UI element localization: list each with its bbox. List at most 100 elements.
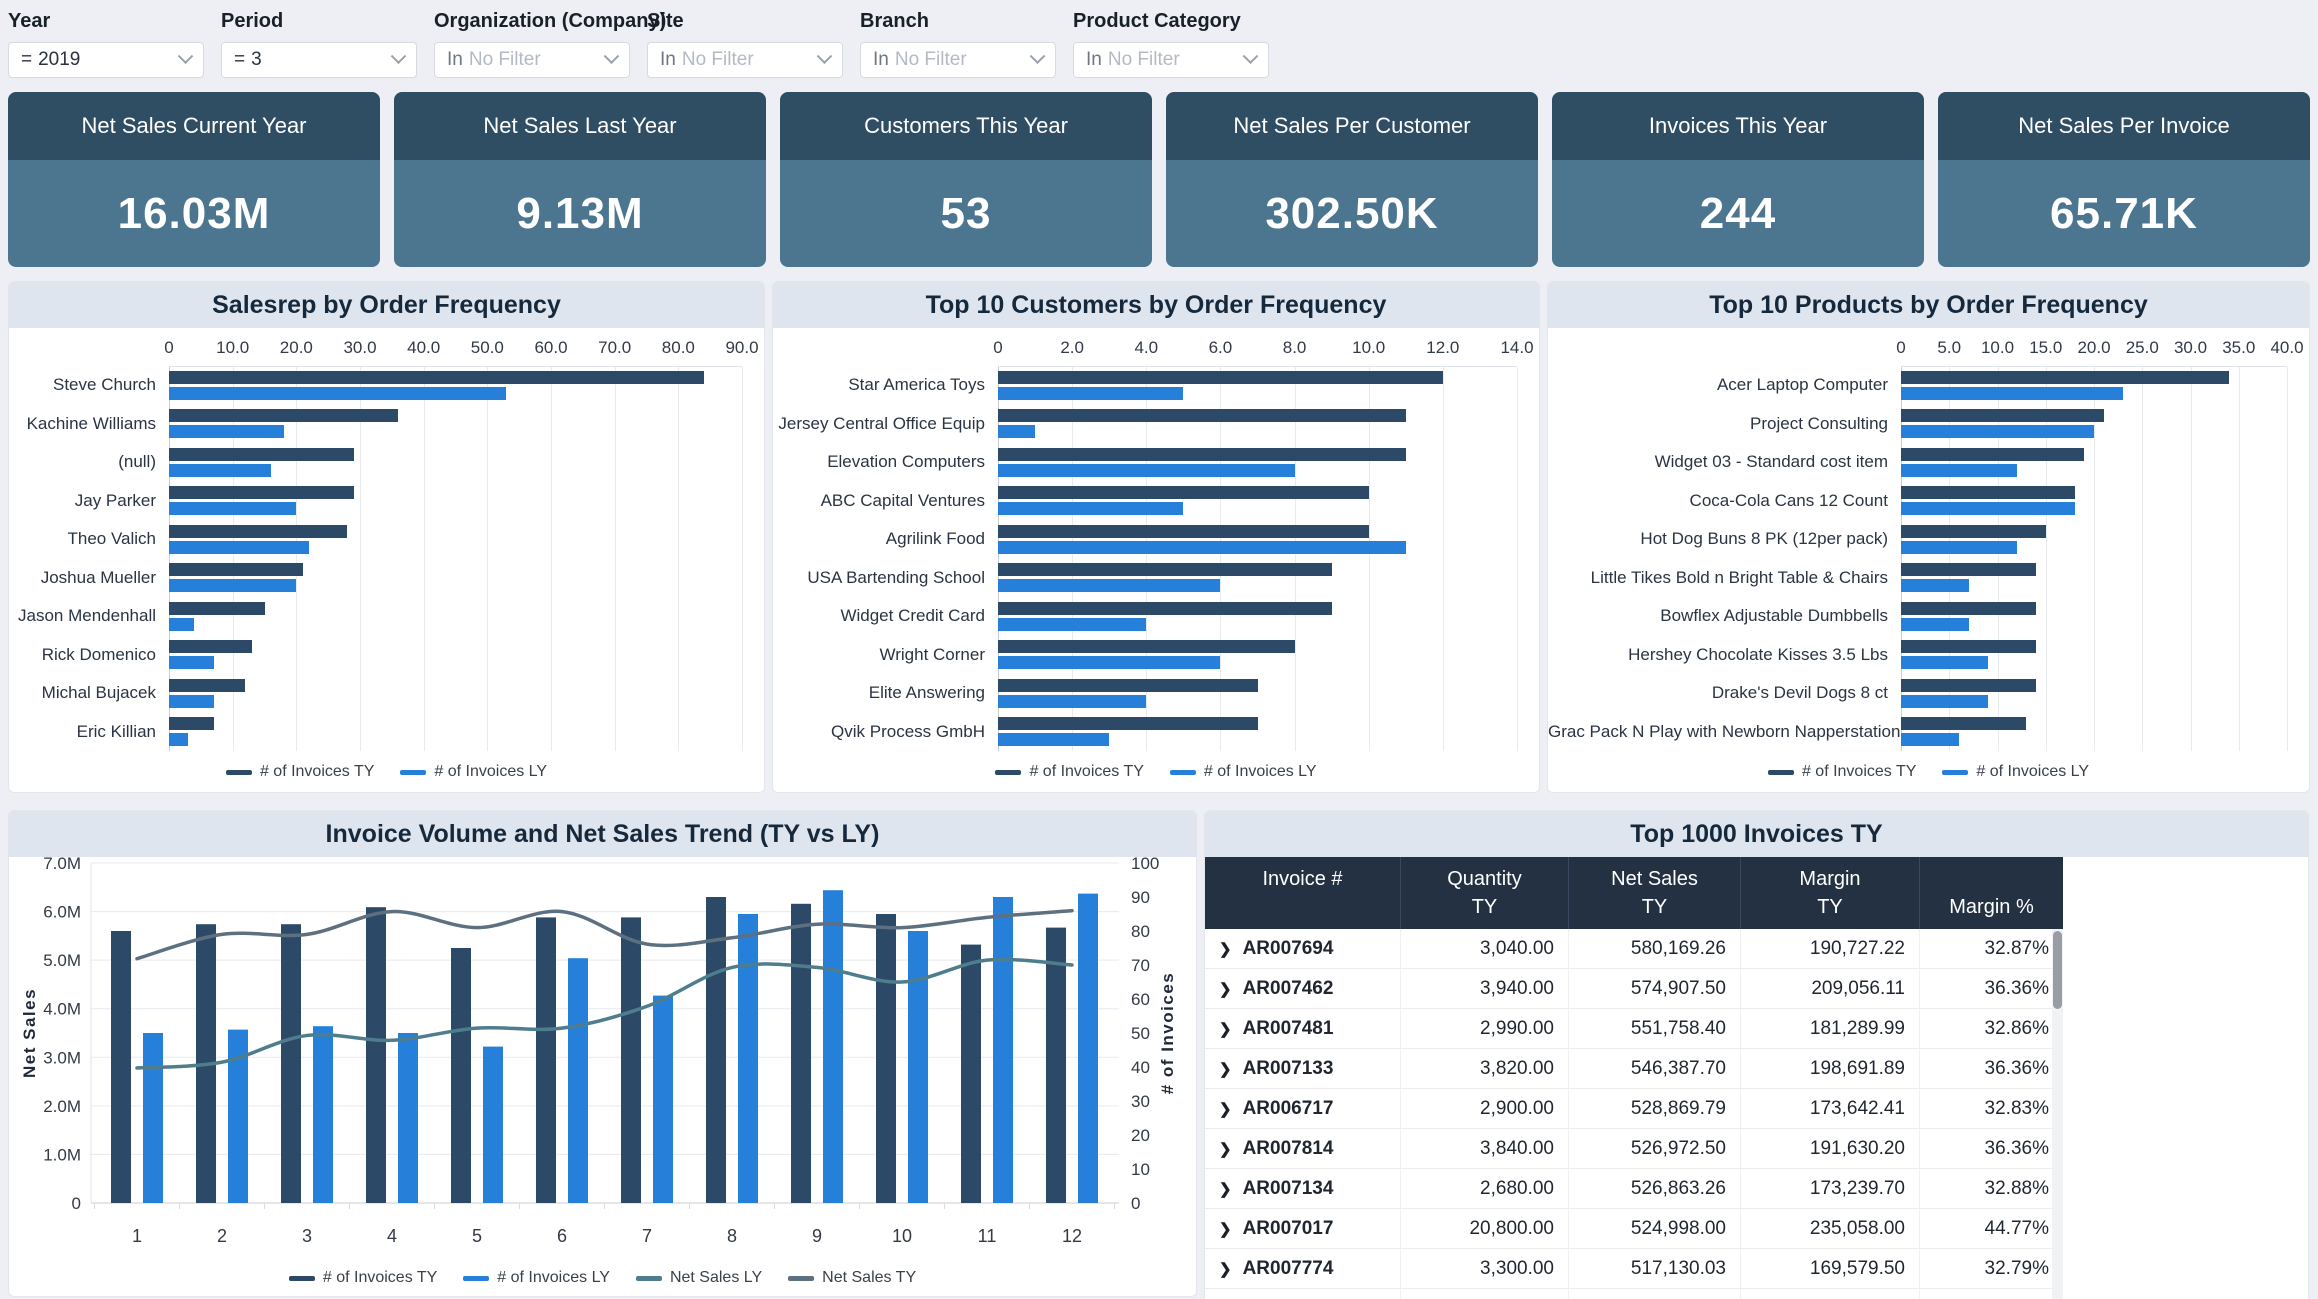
category-label[interactable]: Michal Bujacek (9, 683, 169, 703)
bar-of-invoices-ly[interactable] (483, 1047, 503, 1203)
bar-of-invoices-ty[interactable] (1901, 525, 2046, 538)
bar-of-invoices-ty[interactable] (1901, 640, 2036, 653)
bar-of-invoices-ty[interactable] (998, 640, 1295, 653)
category-label[interactable]: Jersey Central Office Equip (773, 414, 998, 434)
bar-of-invoices-ty[interactable] (1901, 563, 2036, 576)
filter-select-organization-company[interactable]: InNo Filter (434, 42, 630, 78)
bar-of-invoices-ty[interactable] (451, 948, 471, 1203)
column-header-quantity[interactable]: QuantityTY (1400, 857, 1568, 929)
kpi-card-customers-this-year[interactable]: Customers This Year53 (780, 92, 1152, 267)
bar-of-invoices-ly[interactable] (568, 958, 588, 1203)
category-label[interactable]: Steve Church (9, 375, 169, 395)
expand-row-icon[interactable]: ❯ (1219, 1020, 1232, 1038)
filter-select-period[interactable]: =3 (221, 42, 417, 78)
bar-of-invoices-ly[interactable] (1901, 425, 2094, 438)
category-label[interactable]: Qvik Process GmbH (773, 722, 998, 742)
category-label[interactable]: Agrilink Food (773, 529, 998, 549)
bar-of-invoices-ly[interactable] (998, 387, 1183, 400)
column-header-margin[interactable]: MarginTY (1740, 857, 1919, 929)
bar-of-invoices-ly[interactable] (993, 897, 1013, 1203)
bar-of-invoices-ty[interactable] (998, 409, 1406, 422)
category-label[interactable]: Rick Domenico (9, 645, 169, 665)
bar-of-invoices-ty[interactable] (169, 563, 303, 576)
bar-of-invoices-ly[interactable] (169, 656, 214, 669)
category-label[interactable]: ABC Capital Ventures (773, 491, 998, 511)
bar-of-invoices-ly[interactable] (998, 425, 1035, 438)
bar-of-invoices-ty[interactable] (998, 602, 1332, 615)
bar-of-invoices-ty[interactable] (1901, 602, 2036, 615)
bar-of-invoices-ty[interactable] (366, 907, 386, 1203)
bar-of-invoices-ty[interactable] (998, 448, 1406, 461)
kpi-card-net-sales-per-customer[interactable]: Net Sales Per Customer302.50K (1166, 92, 1538, 267)
bar-of-invoices-ty[interactable] (111, 931, 131, 1203)
bar-of-invoices-ty[interactable] (1901, 409, 2104, 422)
filter-select-year[interactable]: =2019 (8, 42, 204, 78)
bar-of-invoices-ly[interactable] (998, 579, 1220, 592)
bar-of-invoices-ty[interactable] (169, 679, 245, 692)
bar-of-invoices-ly[interactable] (398, 1033, 418, 1203)
category-label[interactable]: Widget 03 - Standard cost item (1548, 452, 1901, 472)
filter-select-product-category[interactable]: InNo Filter (1073, 42, 1269, 78)
bar-of-invoices-ly[interactable] (169, 579, 296, 592)
bar-of-invoices-ly[interactable] (1901, 733, 1959, 746)
bar-of-invoices-ty[interactable] (998, 679, 1258, 692)
bar-of-invoices-ty[interactable] (169, 717, 214, 730)
bar-of-invoices-ty[interactable] (621, 917, 641, 1203)
category-label[interactable]: Hot Dog Buns 8 PK (12per pack) (1548, 529, 1901, 549)
category-label[interactable]: USA Bartending School (773, 568, 998, 588)
bar-of-invoices-ty[interactable] (169, 409, 398, 422)
line-net-sales-ty[interactable] (137, 911, 1072, 959)
category-label[interactable]: Elevation Computers (773, 452, 998, 472)
bar-of-invoices-ly[interactable] (998, 618, 1146, 631)
expand-row-icon[interactable]: ❯ (1219, 940, 1232, 958)
bar-of-invoices-ly[interactable] (998, 656, 1220, 669)
line-net-sales-ly[interactable] (137, 959, 1072, 1068)
bar-of-invoices-ly[interactable] (169, 464, 271, 477)
category-label[interactable]: Widget Credit Card (773, 606, 998, 626)
bar-of-invoices-ly[interactable] (143, 1033, 163, 1203)
bar-of-invoices-ly[interactable] (1901, 618, 1969, 631)
bar-of-invoices-ty[interactable] (169, 486, 354, 499)
bar-of-invoices-ly[interactable] (1901, 502, 2075, 515)
bar-of-invoices-ly[interactable] (1901, 464, 2017, 477)
bar-of-invoices-ly[interactable] (1901, 695, 1988, 708)
bar-of-invoices-ty[interactable] (998, 717, 1258, 730)
bar-of-invoices-ty[interactable] (169, 640, 252, 653)
bar-of-invoices-ly[interactable] (1901, 579, 1969, 592)
expand-row-icon[interactable]: ❯ (1219, 1260, 1232, 1278)
bar-of-invoices-ty[interactable] (706, 897, 726, 1203)
bar-of-invoices-ly[interactable] (653, 996, 673, 1203)
category-label[interactable]: Grac Pack N Play with Newborn Napperstat… (1548, 722, 1901, 742)
bar-of-invoices-ly[interactable] (169, 618, 194, 631)
bar-of-invoices-ly[interactable] (313, 1026, 333, 1203)
category-label[interactable]: Elite Answering (773, 683, 998, 703)
category-label[interactable]: Jay Parker (9, 491, 169, 511)
bar-of-invoices-ly[interactable] (823, 890, 843, 1203)
bar-of-invoices-ty[interactable] (1046, 928, 1066, 1203)
bar-of-invoices-ly[interactable] (1078, 894, 1098, 1203)
bar-of-invoices-ly[interactable] (169, 502, 296, 515)
category-label[interactable]: Bowflex Adjustable Dumbbells (1548, 606, 1901, 626)
bar-of-invoices-ty[interactable] (1901, 371, 2229, 384)
kpi-card-net-sales-current-year[interactable]: Net Sales Current Year16.03M (8, 92, 380, 267)
bar-of-invoices-ly[interactable] (169, 425, 284, 438)
category-label[interactable]: Acer Laptop Computer (1548, 375, 1901, 395)
bar-of-invoices-ty[interactable] (1901, 717, 2026, 730)
category-label[interactable]: Coca-Cola Cans 12 Count (1548, 491, 1901, 511)
bar-of-invoices-ly[interactable] (169, 695, 214, 708)
expand-row-icon[interactable]: ❯ (1219, 1100, 1232, 1118)
filter-select-site[interactable]: InNo Filter (647, 42, 843, 78)
category-label[interactable]: (null) (9, 452, 169, 472)
bar-of-invoices-ty[interactable] (998, 371, 1443, 384)
expand-row-icon[interactable]: ❯ (1219, 1060, 1232, 1078)
filter-select-branch[interactable]: InNo Filter (860, 42, 1056, 78)
column-header-net-sales[interactable]: Net SalesTY (1568, 857, 1740, 929)
category-label[interactable]: Eric Killian (9, 722, 169, 742)
bar-of-invoices-ty[interactable] (281, 924, 301, 1203)
bar-of-invoices-ty[interactable] (961, 945, 981, 1203)
bar-of-invoices-ly[interactable] (738, 914, 758, 1203)
bar-of-invoices-ty[interactable] (169, 602, 265, 615)
bar-of-invoices-ty[interactable] (1901, 448, 2084, 461)
table-scrollbar[interactable] (2052, 929, 2063, 1299)
bar-of-invoices-ty[interactable] (998, 525, 1369, 538)
